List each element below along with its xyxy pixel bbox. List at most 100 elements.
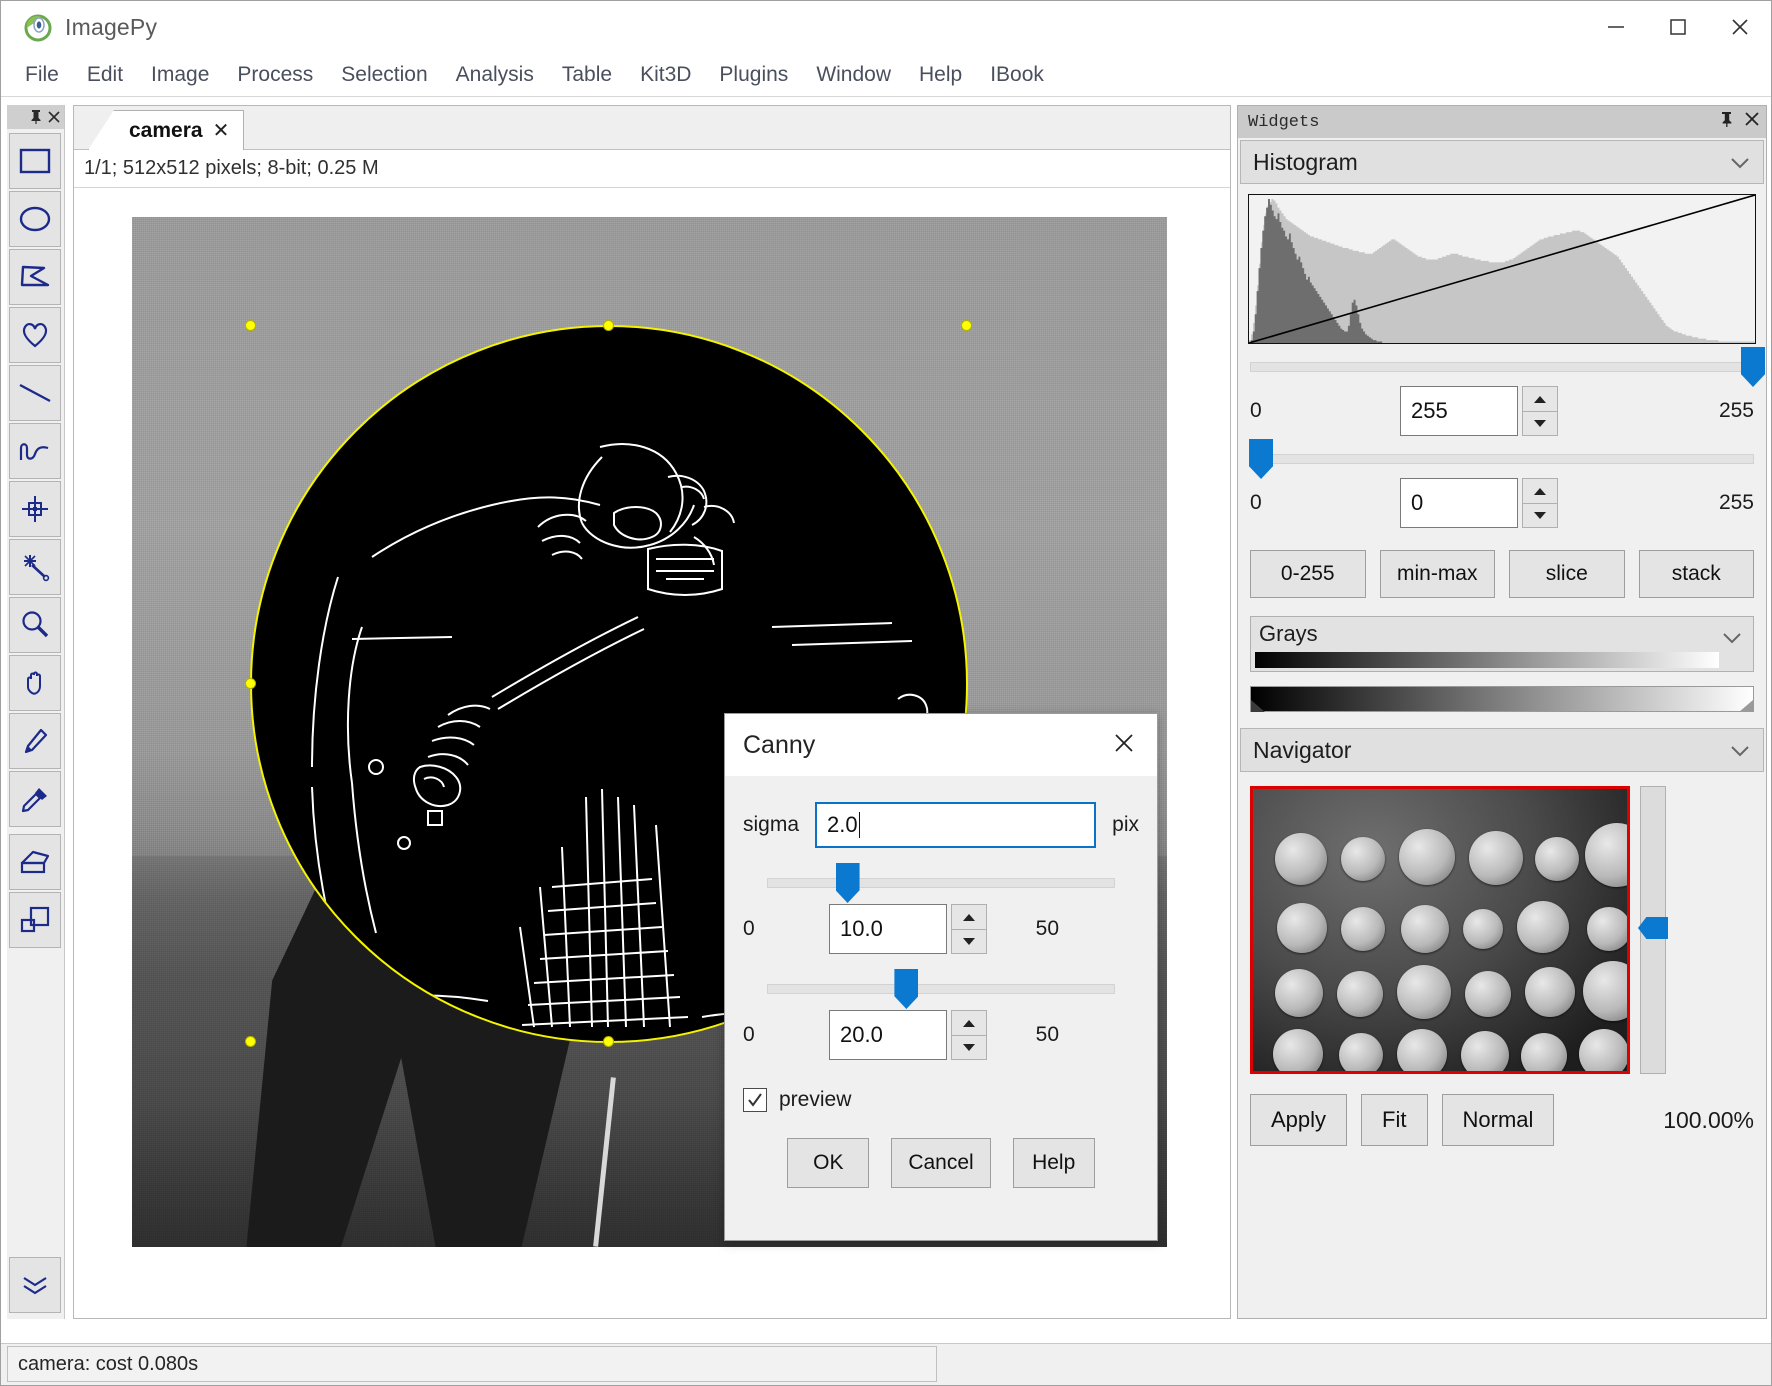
polygon-icon[interactable] [9, 249, 61, 305]
histogram-high-slider-thumb[interactable] [1741, 347, 1765, 387]
menu-window[interactable]: Window [802, 59, 905, 91]
histogram-low-slider[interactable] [1249, 439, 1754, 479]
low-threshold-input[interactable]: 10.0 [829, 904, 947, 954]
roi-handle-bottom[interactable] [603, 1036, 614, 1047]
slice-button[interactable]: slice [1509, 550, 1625, 598]
tab-camera[interactable]: camera ✕ [88, 110, 245, 150]
roi-handle-left[interactable] [245, 678, 256, 689]
chevron-down-icon[interactable] [1729, 737, 1751, 764]
sigma-value: 2.0 [827, 812, 858, 837]
overlap-shapes-icon[interactable] [9, 892, 61, 948]
roi-handle-bl[interactable] [245, 1036, 256, 1047]
wave-curve-icon[interactable] [9, 423, 61, 479]
paint-bucket-icon[interactable] [9, 834, 61, 890]
heart-freehand-icon[interactable] [9, 307, 61, 363]
spin-down-icon[interactable] [951, 929, 987, 954]
close-icon[interactable] [1744, 111, 1760, 133]
image-info-line: 1/1; 512x512 pixels; 8-bit; 0.25 M [74, 150, 1230, 188]
roi-handle-tl[interactable] [245, 320, 256, 331]
spin-down-icon[interactable] [1522, 411, 1558, 436]
preview-checkbox[interactable] [743, 1088, 767, 1112]
pencil-icon[interactable] [9, 713, 61, 769]
menu-image[interactable]: Image [137, 59, 223, 91]
window-controls [1585, 1, 1771, 53]
maximize-icon[interactable] [1647, 1, 1709, 53]
menu-table[interactable]: Table [548, 59, 626, 91]
histogram-high-input[interactable]: 255 [1400, 386, 1518, 436]
eyedropper-icon[interactable] [9, 771, 61, 827]
low-threshold-slider-thumb[interactable] [835, 863, 860, 903]
cancel-button[interactable]: Cancel [891, 1138, 991, 1188]
histogram-section-header[interactable]: Histogram [1240, 140, 1764, 184]
menu-process[interactable]: Process [223, 59, 327, 91]
ok-button[interactable]: OK [787, 1138, 870, 1188]
sigma-input[interactable]: 2.0 [815, 802, 1097, 848]
spin-up-icon[interactable] [1522, 386, 1558, 411]
spin-up-icon[interactable] [951, 1010, 987, 1035]
menu-help[interactable]: Help [905, 59, 976, 91]
menu-selection[interactable]: Selection [327, 59, 441, 91]
lut-dropdown[interactable]: Grays [1250, 616, 1754, 672]
histogram-low-slider-thumb[interactable] [1249, 439, 1274, 479]
high-threshold-slider-thumb[interactable] [894, 969, 919, 1009]
range-0-255-button[interactable]: 0-255 [1250, 550, 1366, 598]
lut-gradient-bar[interactable] [1250, 686, 1754, 712]
histogram-low-input[interactable]: 0 [1400, 478, 1518, 528]
histogram-high-row: 0 255 255 [1250, 386, 1754, 436]
spin-up-icon[interactable] [951, 904, 987, 929]
menu-plugins[interactable]: Plugins [705, 59, 802, 91]
rectangle-icon[interactable] [9, 133, 61, 189]
spin-down-icon[interactable] [951, 1035, 987, 1060]
dialog-body: sigma 2.0 pix 0 10.0 50 0 20.0 50 previe… [725, 802, 1157, 1188]
navigator-thumbnail[interactable] [1250, 786, 1630, 1074]
navigator-section-header[interactable]: Navigator [1240, 728, 1764, 772]
help-button[interactable]: Help [1012, 1138, 1095, 1188]
high-threshold-row: 0 20.0 50 [743, 1010, 1139, 1060]
crosshair-point-icon[interactable] [9, 481, 61, 537]
menu-edit[interactable]: Edit [73, 59, 137, 91]
dialog-buttons: OK Cancel Help [743, 1138, 1139, 1188]
low-threshold-slider[interactable] [767, 863, 1115, 903]
menu-file[interactable]: File [11, 59, 73, 91]
high-threshold-input[interactable]: 20.0 [829, 1010, 947, 1060]
histogram-title: Histogram [1253, 148, 1358, 175]
widgets-panel: Widgets Histogram 0 255 255 0 0 255 0-25… [1237, 105, 1767, 1319]
preview-row[interactable]: preview [743, 1088, 1139, 1112]
menu-bar: File Edit Image Process Selection Analys… [1, 53, 1771, 97]
range-min-max-button[interactable]: min-max [1379, 550, 1495, 598]
roi-handle-top[interactable] [603, 320, 614, 331]
close-icon[interactable] [47, 110, 61, 124]
menu-analysis[interactable]: Analysis [442, 59, 548, 91]
roi-handle-tr[interactable] [961, 320, 972, 331]
histogram-high-slider[interactable] [1250, 347, 1765, 387]
line-icon[interactable] [9, 365, 61, 421]
close-icon[interactable] [1709, 1, 1771, 53]
magnifier-icon[interactable] [9, 597, 61, 653]
pin-icon[interactable] [29, 109, 43, 125]
navigator-scroll-thumb[interactable] [1638, 917, 1668, 939]
high-threshold-slider[interactable] [767, 969, 1115, 1009]
magic-wand-icon[interactable] [9, 539, 61, 595]
toolbar-header [7, 105, 64, 129]
apply-button[interactable]: Apply [1250, 1094, 1348, 1146]
stack-button[interactable]: stack [1638, 550, 1754, 598]
sigma-row: sigma 2.0 pix [743, 802, 1139, 848]
minimize-icon[interactable] [1585, 1, 1647, 53]
fit-button[interactable]: Fit [1361, 1094, 1428, 1146]
close-icon[interactable]: ✕ [213, 118, 230, 143]
normal-button[interactable]: Normal [1441, 1094, 1555, 1146]
double-chevron-down-icon[interactable] [9, 1257, 61, 1313]
navigator-vertical-scrollbar[interactable] [1638, 786, 1668, 1074]
menu-kit3d[interactable]: Kit3D [626, 59, 705, 91]
spin-up-icon[interactable] [1522, 478, 1558, 503]
hand-icon[interactable] [9, 655, 61, 711]
histogram-low-row: 0 0 255 [1250, 478, 1754, 528]
close-icon[interactable] [1105, 724, 1143, 767]
pin-icon[interactable] [1719, 111, 1734, 134]
menu-ibook[interactable]: IBook [976, 59, 1058, 91]
ellipse-icon[interactable] [9, 191, 61, 247]
title-bar: ImagePy [1, 1, 1771, 53]
chevron-down-icon[interactable] [1729, 149, 1751, 176]
spin-down-icon[interactable] [1522, 503, 1558, 528]
chevron-down-icon[interactable] [1721, 631, 1743, 650]
